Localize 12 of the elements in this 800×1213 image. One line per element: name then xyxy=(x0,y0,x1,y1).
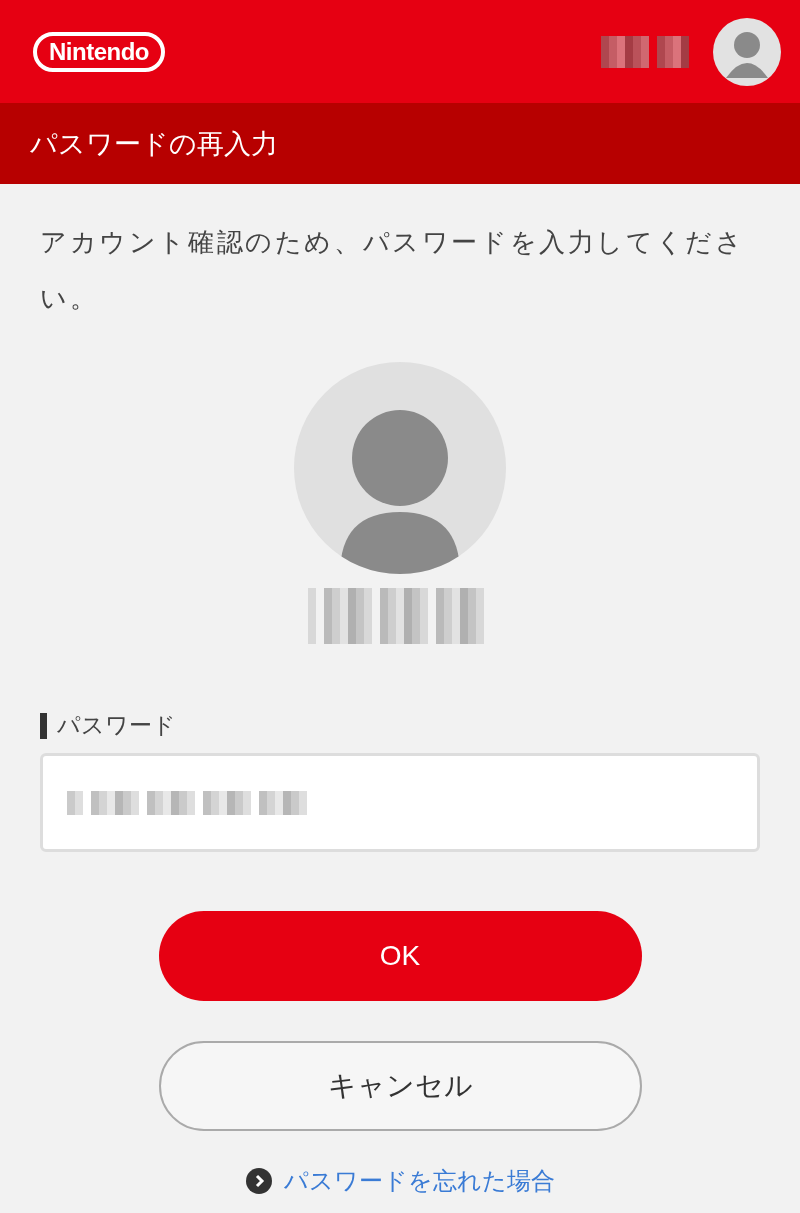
password-field[interactable] xyxy=(40,753,760,852)
page-title: パスワードの再入力 xyxy=(30,126,278,161)
label-marker xyxy=(40,712,47,739)
ok-button[interactable]: OK xyxy=(158,911,642,1001)
nintendo-logo[interactable]: Nintendo xyxy=(33,31,165,72)
password-label: パスワード xyxy=(57,711,176,740)
avatar-icon[interactable] xyxy=(713,17,781,86)
cancel-button[interactable]: キャンセル xyxy=(158,1041,642,1131)
chevron-icon xyxy=(245,1168,272,1194)
forgot-password-link[interactable]: パスワードを忘れた場合 xyxy=(283,1165,555,1197)
instruction-text: アカウント確認のため、パスワードを入力してください。 xyxy=(40,226,746,315)
avatar-icon xyxy=(294,362,506,574)
